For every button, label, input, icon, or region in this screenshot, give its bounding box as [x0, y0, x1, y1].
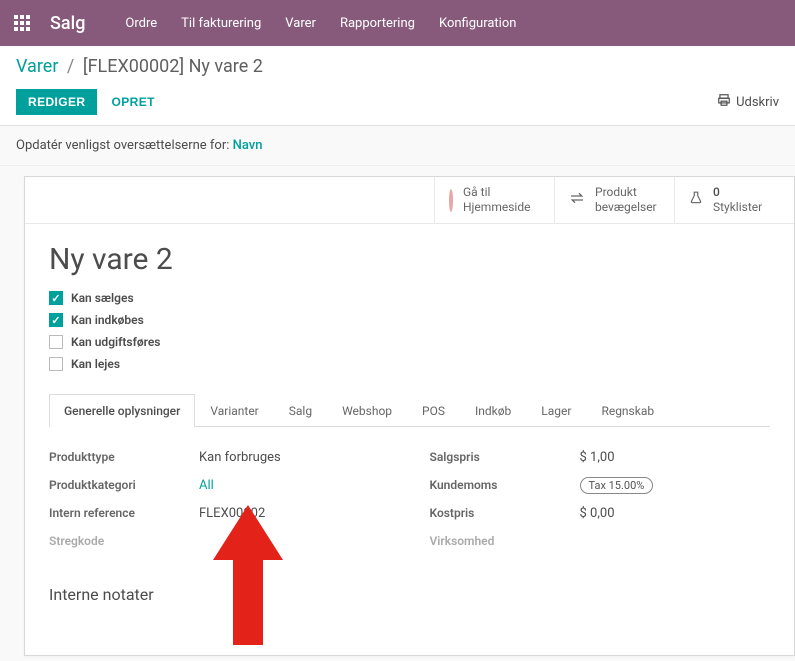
checkbox-icon: ✓	[49, 313, 63, 327]
stat-buttons: Gå tilHjemmeside Produktbevægelser 0Styk…	[25, 177, 794, 224]
stat-line2: Styklister	[713, 200, 762, 215]
edit-button[interactable]: REDIGER	[16, 89, 97, 115]
value-category[interactable]: All	[199, 478, 214, 493]
flask-icon	[689, 190, 703, 210]
product-flags: ✓ Kan sælges ✓ Kan indkøbes Kan udgiftsf…	[49, 291, 770, 371]
product-title: Ny vare 2	[49, 242, 770, 277]
stat-line1: Produkt	[595, 185, 657, 200]
form-grid: Produkttype Kan forbruges Produktkategor…	[49, 427, 770, 559]
alert-link[interactable]: Navn	[233, 138, 263, 153]
stat-line2: bevægelser	[595, 200, 657, 215]
apps-icon[interactable]	[14, 15, 30, 31]
tab-general[interactable]: Generelle oplysninger	[49, 394, 195, 427]
menu-ordre[interactable]: Ordre	[125, 16, 157, 31]
label-barcode: Stregkode	[49, 534, 199, 548]
flag-label: Kan lejes	[71, 357, 120, 371]
app-brand[interactable]: Salg	[50, 13, 85, 34]
print-icon	[717, 93, 731, 111]
create-button[interactable]: OPRET	[111, 95, 154, 109]
label-internal-ref: Intern reference	[49, 506, 199, 520]
flag-label: Kan sælges	[71, 291, 134, 305]
breadcrumb: Varer / [FLEX00002] Ny vare 2	[16, 56, 779, 77]
checkbox-icon: ✓	[49, 291, 63, 305]
col-left: Produkttype Kan forbruges Produktkategor…	[49, 447, 390, 559]
label-product-type: Produkttype	[49, 450, 199, 464]
flag-can-sell[interactable]: ✓ Kan sælges	[49, 291, 770, 305]
tab-inventory[interactable]: Lager	[526, 394, 586, 427]
row-product-type: Produkttype Kan forbruges	[49, 447, 390, 467]
stat-line2: Hjemmeside	[463, 200, 530, 215]
value-internal-ref: FLEX00002	[199, 506, 265, 521]
alert-text: Opdatér venligst oversættelserne for:	[16, 138, 233, 153]
row-category: Produktkategori All	[49, 475, 390, 495]
menu-varer[interactable]: Varer	[285, 16, 316, 31]
menu-til-fakturering[interactable]: Til fakturering	[181, 16, 261, 31]
label-category: Produktkategori	[49, 478, 199, 492]
label-customer-tax: Kundemoms	[430, 478, 580, 492]
flag-can-expense[interactable]: Kan udgiftsføres	[49, 335, 770, 349]
stat-bom[interactable]: 0Styklister	[674, 177, 794, 223]
swap-icon	[569, 190, 585, 210]
main-menu: Ordre Til fakturering Varer Rapportering…	[125, 16, 516, 31]
value-salesprice: $ 1,00	[580, 450, 615, 465]
flag-can-buy[interactable]: ✓ Kan indkøbes	[49, 313, 770, 327]
row-cost: Kostpris $ 0,00	[430, 503, 771, 523]
tab-accounting[interactable]: Regnskab	[586, 394, 669, 427]
tab-webshop[interactable]: Webshop	[327, 394, 407, 427]
breadcrumb-current: [FLEX00002] Ny vare 2	[83, 56, 263, 77]
label-company: Virksomhed	[430, 534, 580, 548]
form-sheet: Gå tilHjemmeside Produktbevægelser 0Styk…	[24, 176, 795, 656]
flag-label: Kan udgiftsføres	[71, 335, 160, 349]
breadcrumb-separator: /	[67, 56, 74, 77]
row-salesprice: Salgspris $ 1,00	[430, 447, 771, 467]
translation-alert: Opdatér venligst oversættelserne for: Na…	[0, 126, 795, 166]
stat-moves[interactable]: Produktbevægelser	[554, 177, 674, 223]
internal-notes-heading: Interne notater	[49, 585, 770, 604]
label-salesprice: Salgspris	[430, 450, 580, 464]
tab-pos[interactable]: POS	[407, 394, 460, 427]
print-button[interactable]: Udskriv	[717, 93, 779, 111]
value-product-type: Kan forbruges	[199, 450, 281, 465]
flag-label: Kan indkøbes	[71, 313, 144, 327]
label-cost: Kostpris	[430, 506, 580, 520]
menu-rapportering[interactable]: Rapportering	[340, 16, 415, 31]
checkbox-icon	[49, 357, 63, 371]
stat-website[interactable]: Gå tilHjemmeside	[434, 177, 554, 223]
menu-konfiguration[interactable]: Konfiguration	[439, 16, 516, 31]
breadcrumb-bar: Varer / [FLEX00002] Ny vare 2 REDIGER OP…	[0, 46, 795, 126]
tabs: Generelle oplysninger Varianter Salg Web…	[49, 393, 770, 427]
tab-variants[interactable]: Varianter	[195, 394, 273, 427]
row-company: Virksomhed	[430, 531, 771, 551]
row-customer-tax: Kundemoms Tax 15.00%	[430, 475, 771, 495]
tab-purchase[interactable]: Indkøb	[460, 394, 526, 427]
print-label: Udskriv	[736, 95, 779, 110]
row-barcode: Stregkode	[49, 531, 390, 551]
row-internal-ref: Intern reference FLEX00002	[49, 503, 390, 523]
tax-tag[interactable]: Tax 15.00%	[580, 477, 654, 494]
value-cost: $ 0,00	[580, 506, 615, 521]
stat-line1: Gå til	[463, 185, 530, 200]
checkbox-icon	[49, 335, 63, 349]
breadcrumb-root[interactable]: Varer	[16, 56, 58, 77]
tab-sales[interactable]: Salg	[274, 394, 327, 427]
flag-can-rent[interactable]: Kan lejes	[49, 357, 770, 371]
top-nav: Salg Ordre Til fakturering Varer Rapport…	[0, 0, 795, 46]
stat-count: 0	[713, 185, 762, 200]
globe-icon	[449, 191, 453, 210]
col-right: Salgspris $ 1,00 Kundemoms Tax 15.00% Ko…	[430, 447, 771, 559]
actions-row: REDIGER OPRET Udskriv	[16, 89, 779, 125]
